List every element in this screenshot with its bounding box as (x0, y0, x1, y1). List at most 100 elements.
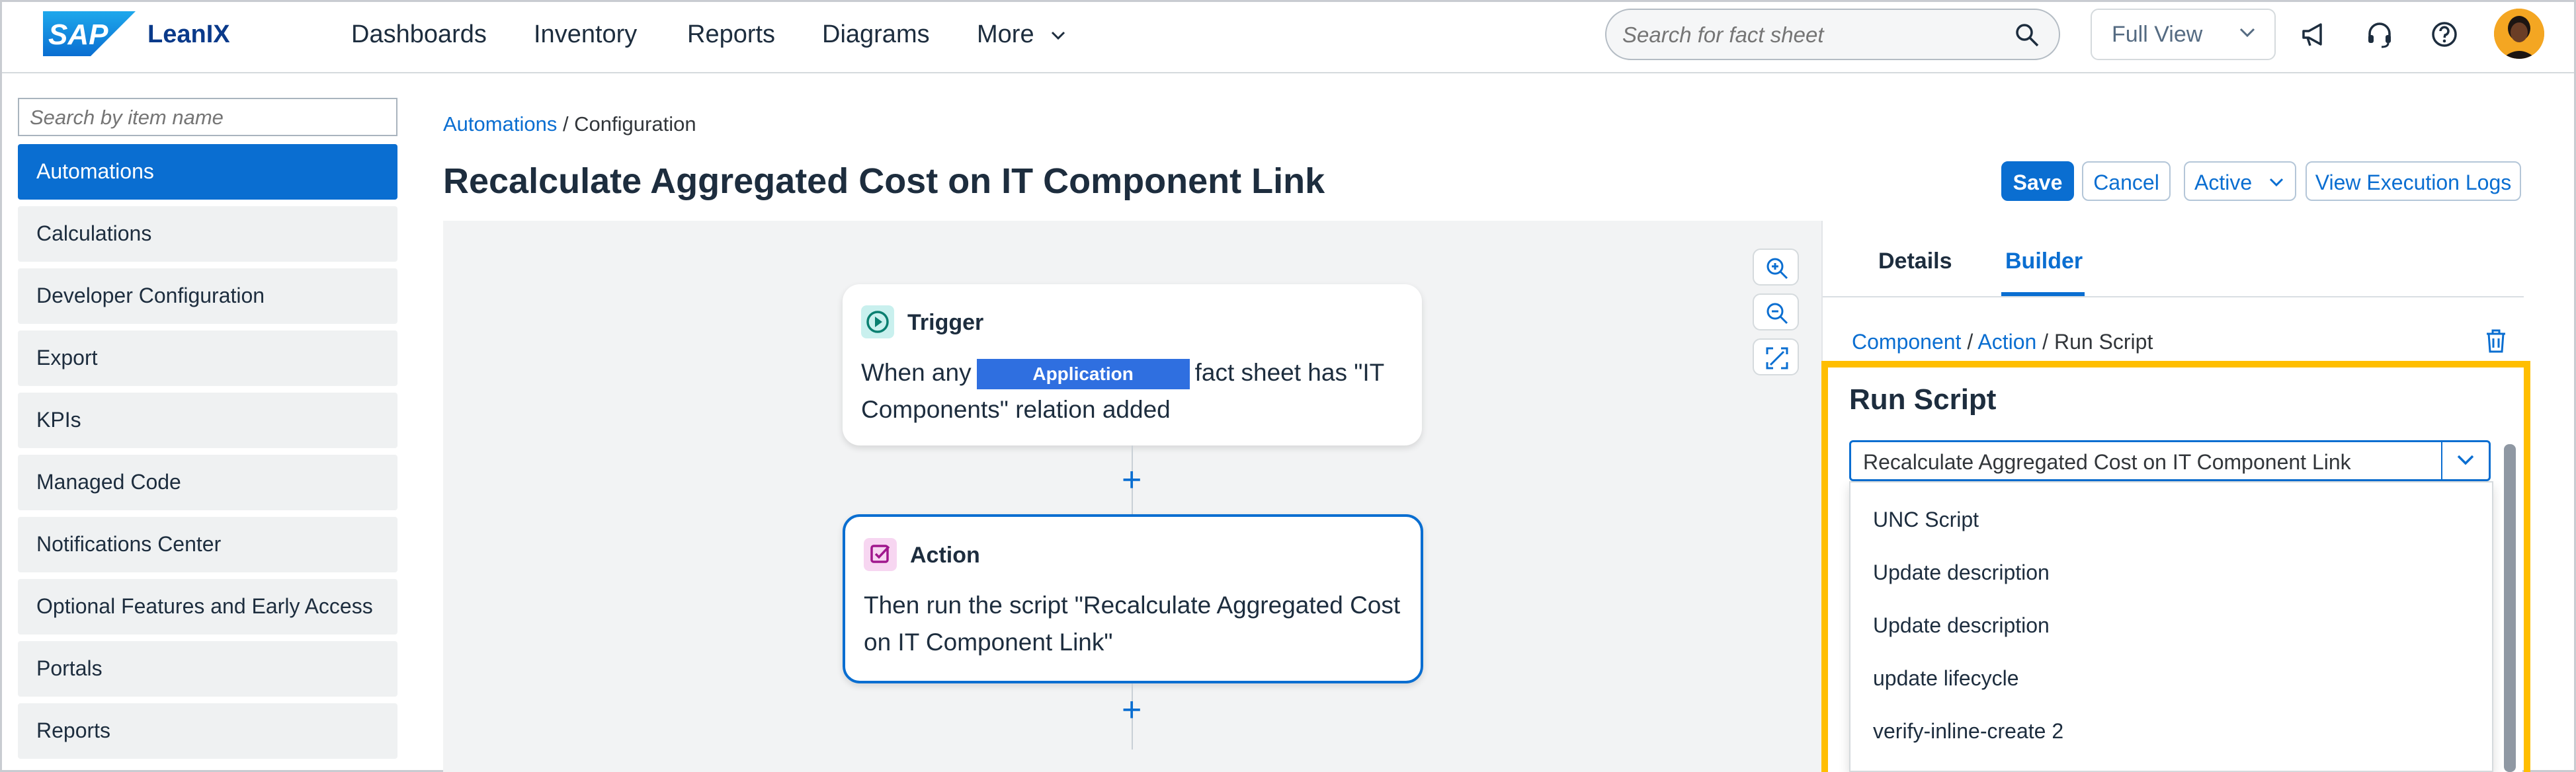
application-chip[interactable]: Application (976, 359, 1190, 390)
sidebar-search[interactable] (18, 98, 397, 136)
sap-logo[interactable]: SAP (43, 11, 136, 56)
sap-logo-text: SAP (48, 19, 108, 51)
sidebar-item-label: Optional Features and Early Access (36, 594, 373, 618)
sidebar-item-label: Calculations (36, 221, 152, 245)
megaphone-icon[interactable] (2298, 18, 2331, 51)
search-icon[interactable] (2014, 22, 2040, 48)
save-button[interactable]: Save (2001, 161, 2074, 201)
nav-reports[interactable]: Reports (687, 20, 775, 49)
breadcrumb-separator: / (557, 112, 575, 135)
action-node-text: Then run the script "Recalculate Aggrega… (864, 587, 1400, 661)
add-step-button[interactable]: + (1122, 463, 1142, 497)
breadcrumb-current: Configuration (574, 112, 696, 135)
sidebar-item-label: Export (36, 346, 98, 369)
sidebar-item-managed-code[interactable]: Managed Code (18, 455, 397, 510)
view-select[interactable]: Full View (2091, 9, 2276, 60)
top-bar: SAP LeanIX Dashboards Inventory Reports … (2, 2, 2574, 73)
nav-diagrams[interactable]: Diagrams (822, 20, 930, 49)
chevron-down-icon (2239, 28, 2255, 38)
sidebar-item-label: Reports (36, 718, 111, 742)
sidebar-item-notifications-center[interactable]: Notifications Center (18, 517, 397, 572)
zoom-in-button[interactable] (1753, 249, 1799, 286)
view-execution-logs-button[interactable]: View Execution Logs (2306, 161, 2521, 201)
tab-details[interactable]: Details (1878, 249, 1952, 274)
chevron-down-icon[interactable] (2456, 453, 2475, 467)
sidebar-item-label: KPIs (36, 408, 81, 432)
avatar-image (2494, 9, 2544, 59)
script-select-value: Recalculate Aggregated Cost on IT Compon… (1863, 450, 2351, 474)
sidebar-item-calculations[interactable]: Calculations (18, 206, 397, 262)
sidebar-item-export[interactable]: Export (18, 330, 397, 386)
breadcrumb: Automations / Configuration (443, 112, 696, 136)
script-select[interactable]: Recalculate Aggregated Cost on IT Compon… (1849, 440, 2491, 481)
sidebar-item-label: Managed Code (36, 470, 181, 494)
nav-more-label: More (977, 20, 1034, 48)
zoom-in-icon (1766, 258, 1788, 280)
sidebar-item-label: Automations (36, 159, 154, 183)
avatar[interactable] (2494, 9, 2544, 59)
add-step-button[interactable]: + (1122, 693, 1142, 727)
action-text-line2: on IT Component Link" (864, 629, 1113, 656)
search-input[interactable] (1622, 22, 1993, 48)
headset-icon[interactable] (2363, 18, 2396, 51)
action-text-line1: Then run the script "Recalculate Aggrega… (864, 592, 1401, 619)
sidebar-item-label: Developer Configuration (36, 284, 265, 307)
breadcrumb-automations-link[interactable]: Automations (443, 112, 557, 135)
cancel-button[interactable]: Cancel (2082, 161, 2171, 201)
action-node[interactable]: Action Then run the script "Recalculate … (843, 514, 1423, 683)
cancel-button-label: Cancel (2093, 171, 2159, 194)
trigger-text-after: fact sheet has "IT (1194, 359, 1385, 386)
fit-to-screen-button[interactable] (1753, 338, 1799, 375)
zoom-out-icon (1766, 303, 1788, 325)
view-select-value: Full View (2112, 22, 2203, 47)
sidebar-item-portals[interactable]: Portals (18, 641, 397, 697)
status-select-label: Active (2194, 171, 2253, 194)
brand-name[interactable]: LeanIX (147, 20, 230, 49)
tab-divider (1823, 296, 2524, 297)
checkbox-edit-icon (864, 538, 897, 571)
zoom-out-button[interactable] (1753, 293, 1799, 330)
select-divider (2441, 442, 2442, 479)
dropdown-option[interactable]: update lifecycle (1873, 666, 2019, 691)
trigger-node[interactable]: Trigger When any Application fact sheet ha… (843, 284, 1422, 445)
trigger-node-title: Trigger (907, 310, 984, 335)
nav-more[interactable]: More (977, 20, 1066, 49)
sidebar-search-input[interactable] (30, 106, 387, 130)
active-tab-indicator (2001, 292, 2085, 296)
tab-builder[interactable]: Builder (2005, 249, 2083, 274)
fit-to-screen-icon (1766, 347, 1788, 369)
breadcrumb-action-link[interactable]: Action (1977, 330, 2036, 354)
chevron-down-icon (2269, 178, 2284, 187)
fact-sheet-search[interactable] (1605, 9, 2060, 60)
sidebar-item-kpis[interactable]: KPIs (18, 393, 397, 448)
chevron-down-icon (1052, 31, 1065, 40)
script-dropdown-list: UNC Script Update description Update des… (1849, 481, 2493, 772)
sidebar-item-label: Notifications Center (36, 532, 222, 556)
status-select[interactable]: Active (2184, 161, 2296, 201)
dropdown-option[interactable]: UNC Script (1873, 508, 1979, 532)
dropdown-option[interactable]: verify-inline-create 2 (1873, 719, 2063, 744)
sidebar-item-developer-configuration[interactable]: Developer Configuration (18, 268, 397, 324)
trigger-text-before: When any (861, 359, 972, 386)
workflow-canvas[interactable]: Trigger When any Application fact sheet ha… (443, 221, 1821, 772)
builder-breadcrumb: Component / Action / Run Script (1852, 330, 2153, 354)
help-icon[interactable] (2428, 18, 2461, 51)
nav-inventory[interactable]: Inventory (534, 20, 637, 49)
sidebar-item-reports[interactable]: Reports (18, 703, 397, 759)
sidebar-item-optional-features[interactable]: Optional Features and Early Access (18, 579, 397, 635)
dropdown-scrollbar[interactable] (2504, 444, 2516, 772)
breadcrumb-current: Run Script (2054, 330, 2153, 354)
dropdown-option[interactable]: Update description (1873, 560, 2050, 585)
breadcrumb-component-link[interactable]: Component (1852, 330, 1961, 354)
trash-icon[interactable] (2484, 328, 2508, 354)
action-node-title: Action (910, 543, 980, 568)
view-execution-logs-label: View Execution Logs (2315, 171, 2512, 194)
nav-dashboards[interactable]: Dashboards (351, 20, 487, 49)
trigger-node-text: When any Application fact sheet has "IT Co… (861, 354, 1384, 428)
page-title: Recalculate Aggregated Cost on IT Compon… (443, 161, 1325, 201)
run-script-title: Run Script (1849, 383, 1997, 416)
sidebar-item-automations[interactable]: Automations (18, 144, 397, 200)
save-button-label: Save (2013, 171, 2063, 194)
dropdown-option[interactable]: Update description (1873, 613, 2050, 638)
sidebar-item-label: Portals (36, 656, 103, 680)
